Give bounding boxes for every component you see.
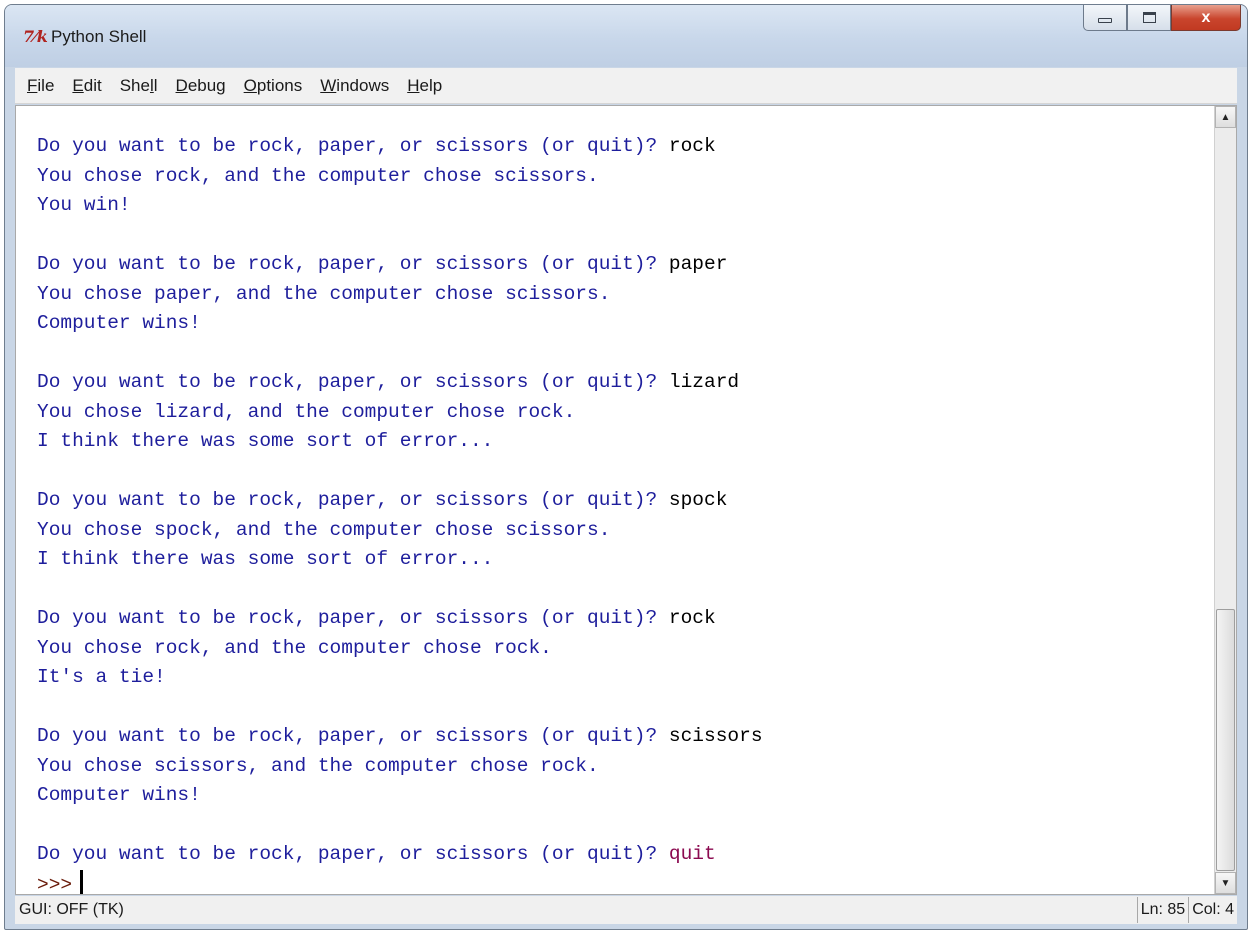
repl-prompt: >>> (37, 873, 73, 895)
user-input: rock (668, 607, 716, 629)
gui-status: GUI: OFF (TK) (19, 901, 124, 918)
result-text: Computer wins! (37, 312, 201, 334)
result-line: Computer wins! (37, 781, 1214, 811)
scroll-up-button[interactable]: ▲ (1215, 106, 1236, 128)
vertical-scrollbar[interactable]: ▲ ▼ (1214, 106, 1236, 894)
choice-text: You chose paper, and the computer chose … (37, 282, 611, 305)
prompt-line: Do you want to be rock, paper, or scisso… (37, 604, 1214, 634)
choice-line: You chose spock, and the computer chose … (37, 516, 1214, 546)
user-input: scissors (668, 725, 763, 747)
menu-shell[interactable]: Shell (120, 74, 158, 98)
prompt-text: Do you want to be rock, paper, or scisso… (37, 725, 669, 747)
maximize-icon (1142, 12, 1156, 23)
prompt-text: Do you want to be rock, paper, or scisso… (37, 607, 669, 629)
menu-windows[interactable]: Windows (320, 74, 389, 98)
choice-text: You chose lizard, and the computer chose… (37, 400, 576, 423)
python-shell-window: 7⁄k Python Shell x File Edit Shell Debug Opt… (4, 4, 1248, 930)
maximize-button[interactable] (1127, 5, 1171, 31)
column-number: Col: 4 (1188, 897, 1237, 923)
result-line: Computer wins! (37, 309, 1214, 339)
user-input: lizard (668, 371, 740, 393)
result-line: I think there was some sort of error... (37, 427, 1214, 457)
window-title: Python Shell (51, 27, 147, 46)
result-text: I think there was some sort of error... (37, 430, 494, 452)
choice-line: You chose lizard, and the computer chose… (37, 398, 1214, 428)
user-input: rock (668, 135, 716, 157)
status-bar: GUI: OFF (TK) Ln: 85 Col: 4 (15, 896, 1237, 924)
text-cursor (80, 869, 84, 894)
line-number: Ln: 85 (1136, 897, 1188, 923)
choice-line: You chose rock, and the computer chose r… (37, 634, 1214, 664)
choice-text: You chose scissors, and the computer cho… (37, 754, 599, 777)
prompt-text: Do you want to be rock, paper, or scisso… (37, 253, 669, 275)
close-button[interactable]: x (1171, 5, 1241, 31)
scroll-down-button[interactable]: ▼ (1215, 872, 1236, 894)
choice-line: You chose rock, and the computer chose s… (37, 162, 1214, 192)
scroll-up-arrow-icon: ▲ (1220, 111, 1231, 123)
window-controls: x (1083, 5, 1241, 31)
repl-prompt-line: >>> (37, 869, 1214, 895)
prompt-text: Do you want to be rock, paper, or scisso… (37, 135, 669, 157)
prompt-text: Do you want to be rock, paper, or scisso… (37, 489, 669, 511)
tk-feather-icon: 7⁄k (23, 27, 48, 46)
menu-file[interactable]: File (27, 74, 54, 98)
close-icon: x (1201, 8, 1211, 26)
menu-help[interactable]: Help (407, 74, 442, 98)
minimize-icon (1098, 18, 1112, 23)
result-line: You win! (37, 191, 1214, 221)
prompt-text: Do you want to be rock, paper, or scisso… (37, 843, 669, 865)
prompt-line: Do you want to be rock, paper, or scisso… (37, 486, 1214, 516)
scroll-down-arrow-icon: ▼ (1220, 877, 1231, 889)
prompt-line: Do you want to be rock, paper, or scisso… (37, 132, 1214, 162)
choice-text: You chose rock, and the computer chose s… (37, 164, 599, 187)
menu-debug[interactable]: Debug (176, 74, 226, 98)
choice-line: You chose paper, and the computer chose … (37, 280, 1214, 310)
shell-panel: Do you want to be rock, paper, or scisso… (15, 105, 1237, 895)
shell-text-area[interactable]: Do you want to be rock, paper, or scisso… (16, 106, 1214, 894)
user-input: quit (668, 843, 716, 865)
result-text: You win! (37, 194, 131, 216)
menu-bar: File Edit Shell Debug Options Windows Help (15, 68, 1237, 104)
choice-text: You chose spock, and the computer chose … (37, 518, 611, 541)
user-input: spock (668, 489, 728, 511)
user-input: paper (668, 253, 728, 275)
result-line: It's a tie! (37, 663, 1214, 693)
choice-line: You chose scissors, and the computer cho… (37, 752, 1214, 782)
prompt-text: Do you want to be rock, paper, or scisso… (37, 371, 669, 393)
result-text: I think there was some sort of error... (37, 548, 494, 570)
scrollbar-thumb[interactable] (1216, 609, 1235, 871)
prompt-line: Do you want to be rock, paper, or scisso… (37, 250, 1214, 280)
title-bar[interactable]: 7⁄k Python Shell x (5, 5, 1247, 67)
prompt-line: Do you want to be rock, paper, or scisso… (37, 840, 1214, 870)
menu-options[interactable]: Options (244, 74, 303, 98)
choice-text: You chose rock, and the computer chose r… (37, 636, 552, 659)
result-line: I think there was some sort of error... (37, 545, 1214, 575)
minimize-button[interactable] (1083, 5, 1127, 31)
prompt-line: Do you want to be rock, paper, or scisso… (37, 722, 1214, 752)
prompt-line: Do you want to be rock, paper, or scisso… (37, 368, 1214, 398)
result-text: It's a tie! (37, 666, 166, 688)
menu-edit[interactable]: Edit (72, 74, 101, 98)
result-text: Computer wins! (37, 784, 201, 806)
